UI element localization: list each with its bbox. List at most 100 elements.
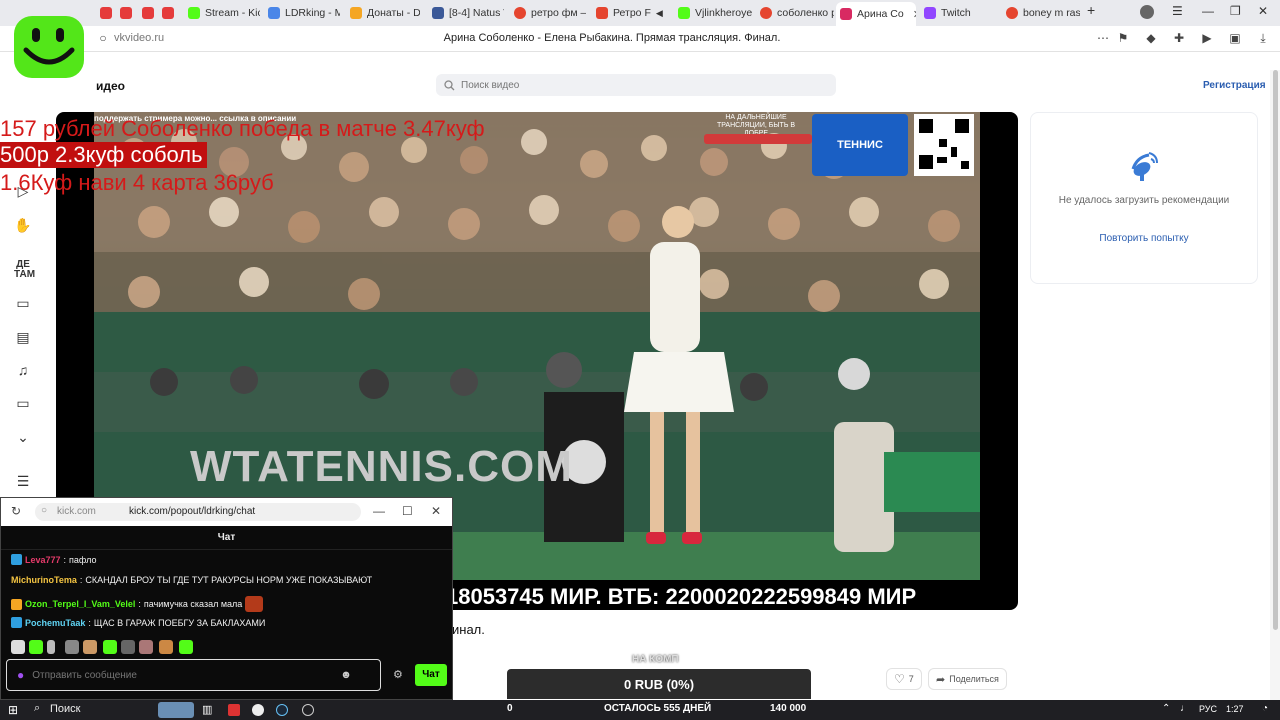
youtube-tab-icon[interactable] [120,7,132,19]
frog-emote-icon[interactable] [29,640,43,654]
chat-message-input-box[interactable]: ● ☻ [6,659,381,691]
like-button[interactable]: ♡ 7 [886,668,922,690]
chevron-down-icon[interactable]: ⌄ [14,428,32,446]
chat-message-input[interactable] [32,669,333,681]
tab-boney-m[interactable]: boney m rasp [1002,3,1080,23]
emote-icon[interactable] [47,640,55,654]
chat-username[interactable]: PochemuTaak [25,618,85,628]
reload-icon[interactable]: ↻ [11,504,21,518]
tab-retro-fm-search[interactable]: ретро фм — [510,3,586,23]
more-icon[interactable]: ⋯ [1096,31,1110,45]
bookmark-icon[interactable]: ⚑ [1116,31,1130,45]
steam-taskbar-icon[interactable] [276,704,288,716]
collections-icon[interactable]: ▣ [1228,31,1242,45]
browser-taskbar-icon[interactable] [252,704,264,716]
tennis-logo-text: ТЕННИС [837,139,883,151]
search-box[interactable] [436,74,836,96]
clock[interactable]: 1:27 [1226,704,1244,714]
emote-icon[interactable] [65,640,79,654]
kids-icon[interactable]: ДЕ ТАМ [14,260,35,280]
scrollbar-thumb[interactable] [1273,70,1278,630]
download-icon[interactable]: ⤓ [1256,31,1270,45]
wtatennis-banner: WTATENNIS.COM [190,442,573,491]
music-icon[interactable]: ♫ [14,361,32,379]
search-input[interactable] [461,79,821,91]
tab-sobolenko-search[interactable]: соболенко р [756,3,834,23]
media-icon[interactable]: ▤ [14,328,32,346]
chat-text: пафло [69,554,97,565]
language-indicator[interactable]: РУС [1199,704,1217,714]
tab-natus-vincere[interactable]: [8-4] Natus V [428,3,504,23]
tab-label: Арина Со [857,8,904,20]
play-icon[interactable]: ▶ [1200,31,1214,45]
share-button[interactable]: ➦ Поделиться [928,668,1007,690]
minimize-icon[interactable]: — [373,504,385,518]
tab-twitch[interactable]: Twitch [920,3,998,23]
book-icon[interactable]: ▭ [14,294,32,312]
register-link[interactable]: Регистрация [1203,80,1266,91]
emoji-icon[interactable]: ☻ [340,669,352,681]
emote-icon[interactable] [139,640,153,654]
settings-gear-icon[interactable]: ⚙ [393,668,403,681]
close-window-icon[interactable]: ✕ [1258,4,1268,18]
chat-popup-window: ↻ ○ kick.com kick.com/popout/ldrking/cha… [0,497,453,700]
kick-icon [188,7,200,19]
chevron-up-icon[interactable]: ⌃ [1162,703,1170,714]
minimize-icon[interactable]: — [1202,4,1214,18]
badge-icon [11,617,22,628]
twitch-icon [924,7,936,19]
windows-start-icon[interactable]: ⊞ [8,703,18,717]
emote-icon[interactable] [83,640,97,654]
tab-active-vkvideo[interactable]: Арина Со ✕ [836,2,916,26]
site-brand[interactable]: идео [96,79,125,93]
restore-icon[interactable]: ❐ [1230,4,1241,18]
search-icon: ⌕ [34,702,41,714]
protect-icon[interactable]: ◆ [1144,31,1158,45]
tab-retro-fm[interactable]: Ретро F ◀ [592,3,664,23]
chat-username[interactable]: MichurinoTema [11,575,77,585]
emote-icon[interactable] [159,640,173,654]
extensions-icon[interactable]: ✚ [1172,31,1186,45]
emote-icon[interactable] [103,640,117,654]
close-window-icon[interactable]: ✕ [431,504,441,518]
chat-send-button[interactable]: Чат [415,664,447,686]
profile-avatar[interactable] [1140,5,1154,19]
youtube-tab-icon[interactable] [100,7,112,19]
close-tab-icon[interactable]: ✕ [913,8,916,21]
maximize-icon[interactable]: ☐ [402,504,413,518]
hand-icon[interactable]: ✋ [14,216,32,234]
emote-icon[interactable] [179,640,193,654]
youtube-tab-icon[interactable] [142,7,154,19]
notifications-icon[interactable]: ◔ [1262,703,1268,714]
menu-icon[interactable]: ☰ [1172,4,1183,18]
list-icon[interactable]: ☰ [14,472,32,490]
yandex-taskbar-icon[interactable] [228,704,240,716]
chat-username[interactable]: Ozon_Terpel_I_Vam_Velel [25,599,135,609]
share-icon: ➦ [936,673,946,686]
microphone-icon[interactable]: ♩ [1180,703,1190,714]
emote-icon[interactable] [121,640,135,654]
weather-widget-icon[interactable] [158,702,194,718]
tv-icon[interactable]: ▭ [14,394,32,412]
emote-icon[interactable] [11,640,25,654]
kick-icon [678,7,690,19]
tab-vjlinkheroye[interactable]: Vjlinkheroye [674,3,752,23]
page-scrollbar[interactable] [1270,70,1280,700]
tab-ldrking[interactable]: LDRking - Me [264,3,340,23]
retry-button[interactable]: Повторить попытку [1031,233,1257,244]
counter-right: 140 000 [770,703,807,714]
tab-label: boney m rasp [1023,7,1080,19]
tab-donaty[interactable]: Донаты - Do [346,3,420,23]
radio-icon [596,7,608,19]
page-header: идео Регистрация [0,70,1270,100]
speaker-icon[interactable]: ◀ [656,8,663,19]
task-view-icon[interactable]: ▥ [202,703,212,716]
chat-message: Leva777: пафло [11,554,97,565]
tab-stream-kick[interactable]: Stream - Kick [184,3,260,23]
microphone-icon[interactable]: ● [17,668,24,682]
new-tab-icon[interactable]: + [1087,2,1095,18]
taskbar-search[interactable]: Поиск [50,703,80,715]
chat-username[interactable]: Leva777 [25,555,61,565]
youtube-tab-icon[interactable] [162,7,174,19]
app-taskbar-icon[interactable] [302,704,314,716]
